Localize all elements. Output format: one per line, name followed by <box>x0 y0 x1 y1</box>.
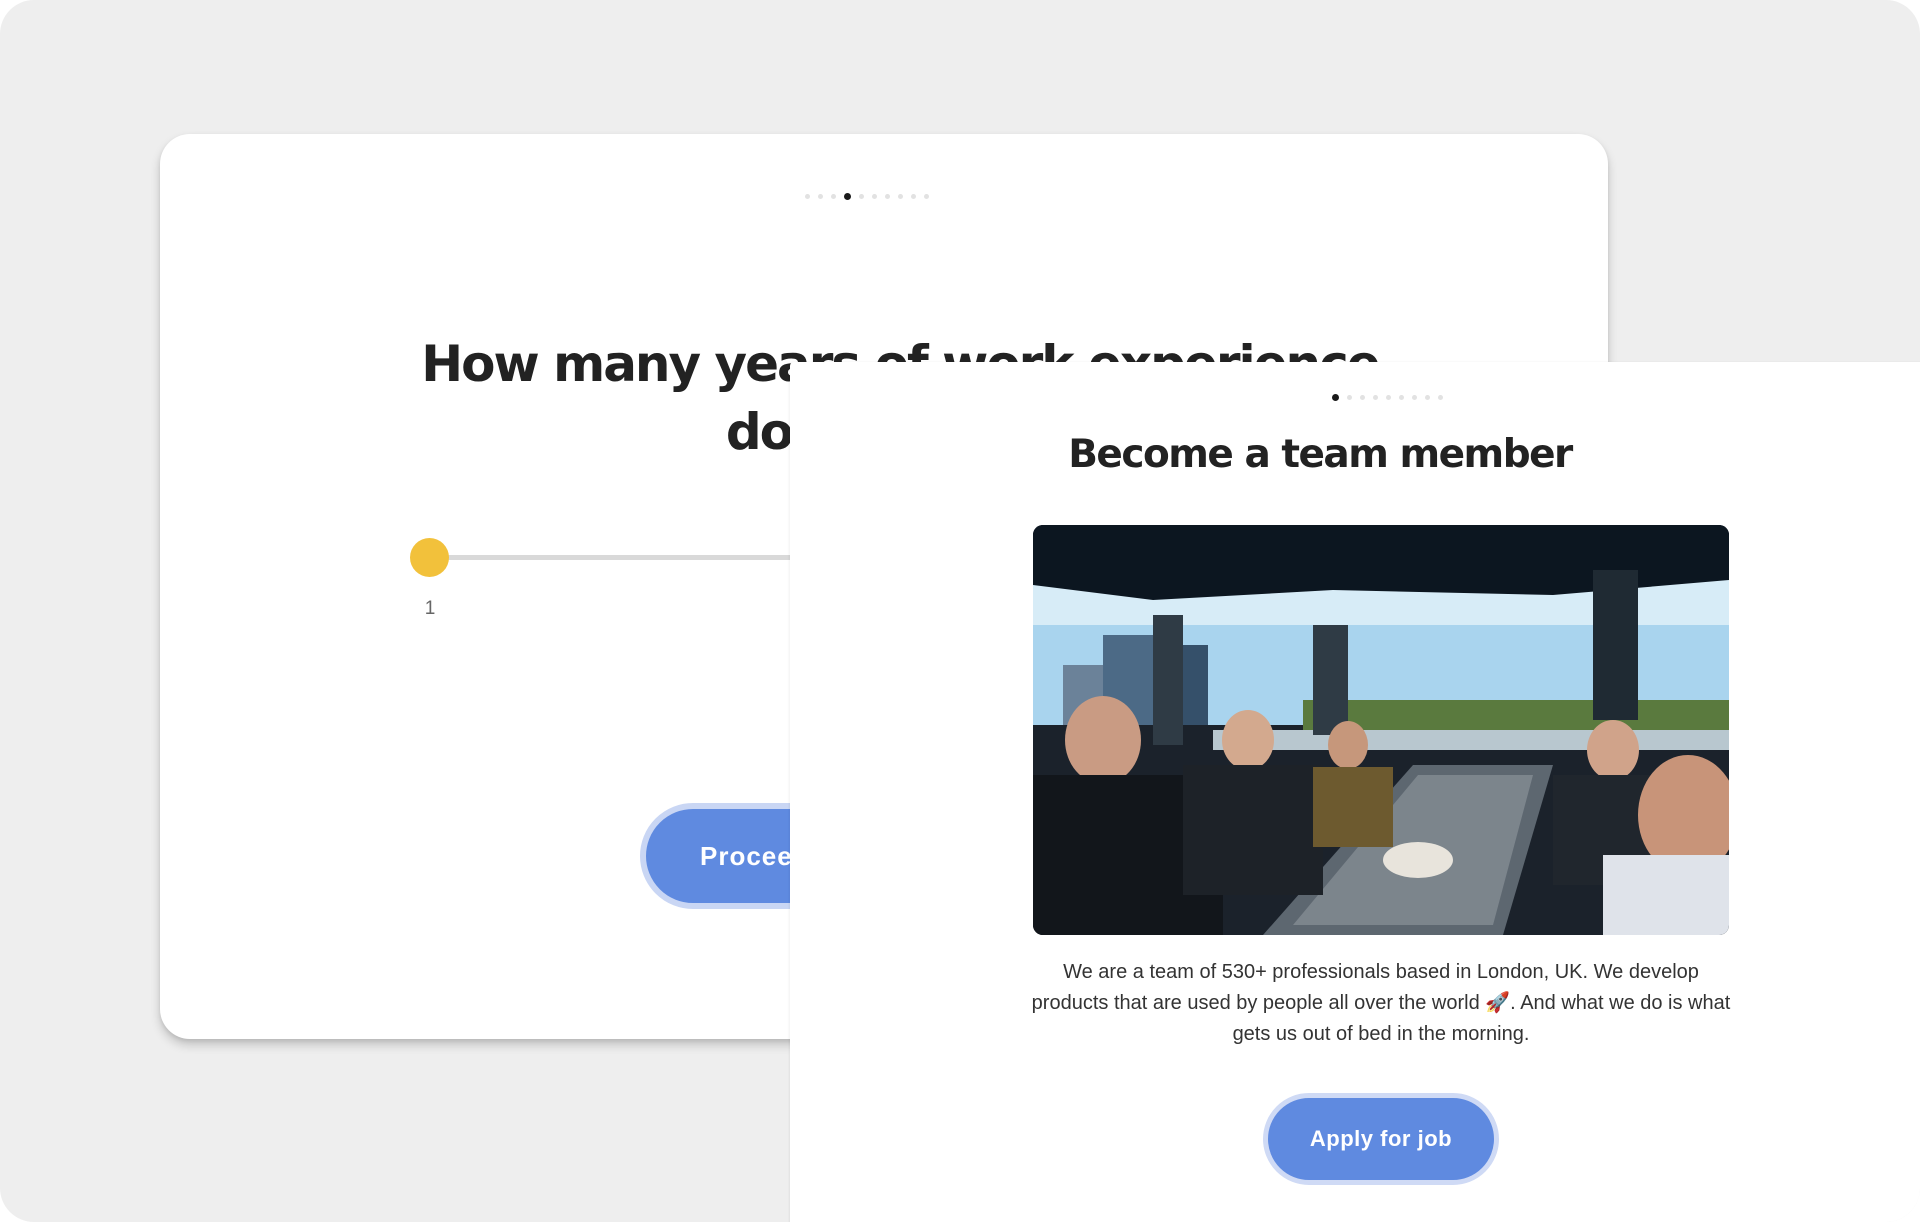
progress-dot <box>1399 395 1404 400</box>
progress-dot <box>1386 395 1391 400</box>
progress-dot <box>885 194 890 199</box>
job-intro-panel: Become a team member We are a team of 53… <box>790 362 1920 1222</box>
progress-dot <box>1373 395 1378 400</box>
experience-slider-handle[interactable] <box>410 538 449 577</box>
progress-dot <box>859 194 864 199</box>
progress-dot <box>872 194 877 199</box>
panel-title: Become a team member <box>1068 432 1573 477</box>
apply-for-job-button[interactable]: Apply for job <box>1263 1093 1499 1185</box>
progress-dot <box>1438 395 1443 400</box>
team-photo <box>1033 525 1729 935</box>
progress-dot <box>818 194 823 199</box>
team-description: We are a team of 530+ professionals base… <box>1031 961 1731 1045</box>
progress-dot <box>898 194 903 199</box>
step-progress-dots <box>1332 394 1443 401</box>
team-photo-illustration <box>1033 525 1729 935</box>
progress-dot <box>1347 395 1352 400</box>
progress-dot <box>1360 395 1365 400</box>
progress-dot <box>1412 395 1417 400</box>
slider-value-label: 1 <box>424 598 436 619</box>
progress-dot-active <box>1332 394 1339 401</box>
app-background: How many years of work experience do you… <box>0 0 1920 1222</box>
progress-dot <box>911 194 916 199</box>
progress-dot <box>924 194 929 199</box>
progress-dot <box>805 194 810 199</box>
progress-dot <box>831 194 836 199</box>
progress-dot <box>1425 395 1430 400</box>
progress-dot-active <box>844 193 851 200</box>
step-progress-dots <box>805 193 929 200</box>
